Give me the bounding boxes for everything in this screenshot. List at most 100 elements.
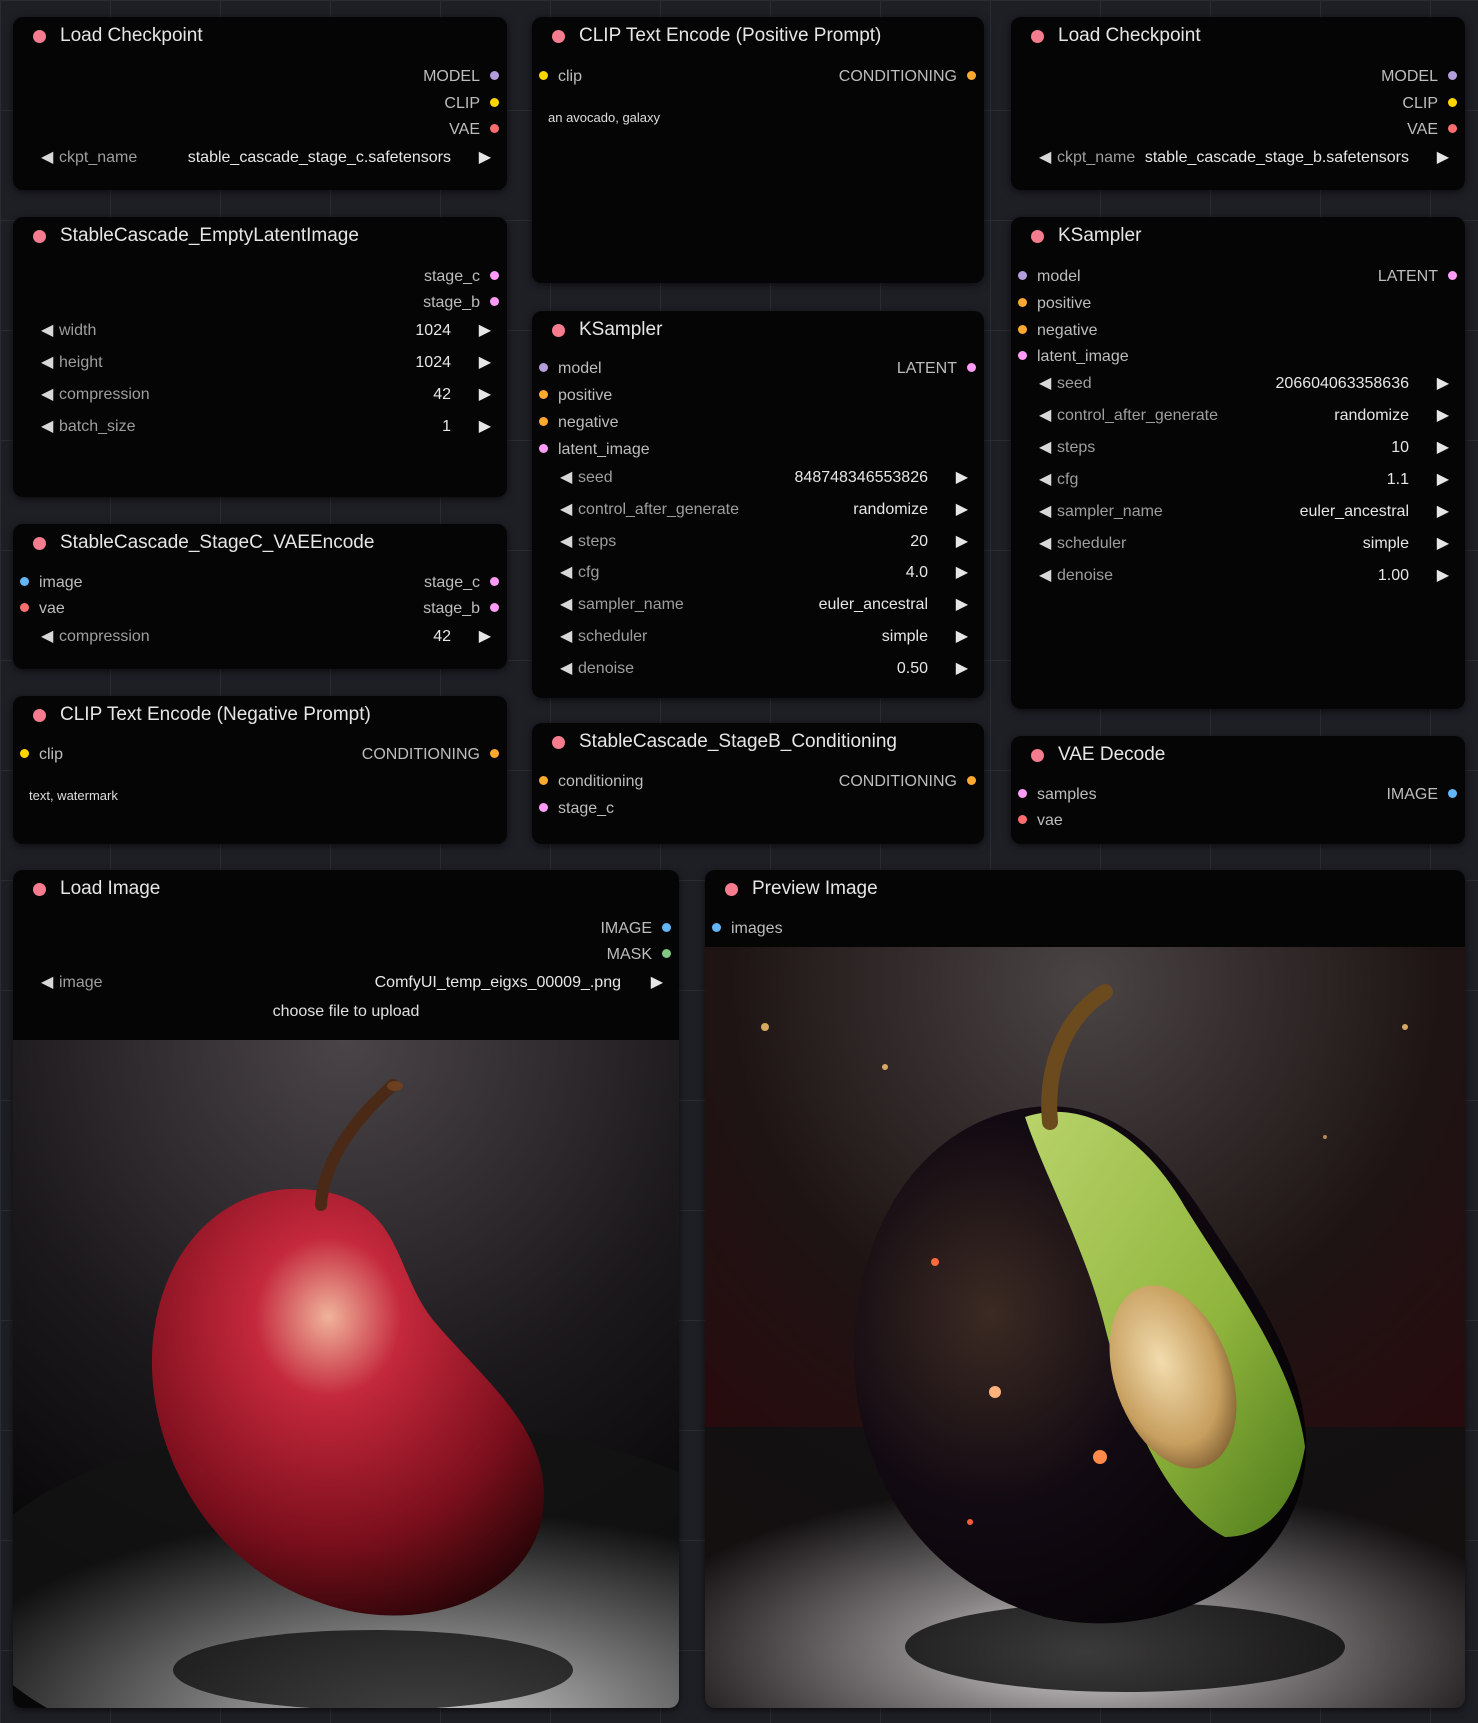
decrement-arrow[interactable]: ◀: [41, 971, 53, 995]
widget-scheduler[interactable]: ◀ scheduler simple ▶: [1039, 532, 1449, 556]
output-conditioning-dot[interactable]: [967, 71, 976, 81]
widget-compression[interactable]: ◀ compression 42 ▶: [41, 625, 491, 649]
output-latent-dot[interactable]: [1448, 271, 1457, 281]
decrement-arrow[interactable]: ◀: [1039, 468, 1051, 492]
node-ksampler-stage-c[interactable]: KSampler model LATENT positive negative …: [532, 311, 984, 698]
decrement-arrow[interactable]: ◀: [1039, 532, 1051, 556]
upload-button[interactable]: choose file to upload: [13, 1003, 679, 1021]
node-title-bar[interactable]: KSampler: [532, 311, 984, 349]
widget-denoise[interactable]: ◀ denoise 0.50 ▶: [560, 657, 968, 681]
widget-control-after-generate[interactable]: ◀ control_after_generate randomize ▶: [560, 498, 968, 522]
input-image-dot[interactable]: [20, 577, 29, 587]
output-conditioning[interactable]: CONDITIONING: [362, 745, 499, 765]
input-vae[interactable]: vae: [20, 599, 65, 619]
widget-height[interactable]: ◀ height 1024 ▶: [41, 351, 491, 375]
input-negative-dot[interactable]: [1018, 325, 1027, 335]
node-preview-image[interactable]: Preview Image images: [705, 870, 1465, 1708]
input-positive[interactable]: positive: [539, 386, 612, 406]
increment-arrow[interactable]: ▶: [1437, 500, 1449, 524]
output-clip-dot[interactable]: [490, 98, 499, 108]
output-model[interactable]: MODEL: [423, 67, 499, 87]
output-conditioning-dot[interactable]: [967, 776, 976, 786]
prompt-textarea[interactable]: text, watermark: [29, 788, 489, 833]
node-title-bar[interactable]: Load Checkpoint: [13, 17, 507, 55]
output-stage-b-dot[interactable]: [490, 603, 499, 613]
node-title-bar[interactable]: StableCascade_StageC_VAEEncode: [13, 524, 507, 562]
widget-width[interactable]: ◀ width 1024 ▶: [41, 319, 491, 343]
widget-cfg[interactable]: ◀ cfg 1.1 ▶: [1039, 468, 1449, 492]
widget-ckpt-name[interactable]: ◀ ckpt_name stable_cascade_stage_c.safet…: [41, 146, 491, 170]
input-clip-dot[interactable]: [20, 749, 29, 759]
increment-arrow[interactable]: ▶: [479, 319, 491, 343]
increment-arrow[interactable]: ▶: [956, 498, 968, 522]
output-clip[interactable]: CLIP: [1402, 94, 1457, 114]
output-image[interactable]: IMAGE: [600, 919, 671, 939]
increment-arrow[interactable]: ▶: [479, 383, 491, 407]
decrement-arrow[interactable]: ◀: [41, 415, 53, 439]
input-positive-dot[interactable]: [539, 390, 548, 400]
widget-scheduler[interactable]: ◀ scheduler simple ▶: [560, 625, 968, 649]
node-load-checkpoint-b[interactable]: Load Checkpoint MODEL CLIP VAE ◀ ckpt_na…: [1011, 17, 1465, 190]
output-latent[interactable]: LATENT: [897, 359, 976, 379]
output-clip[interactable]: CLIP: [444, 94, 499, 114]
widget-steps[interactable]: ◀ steps 20 ▶: [560, 530, 968, 554]
output-stage-b[interactable]: stage_b: [423, 599, 499, 619]
output-model[interactable]: MODEL: [1381, 67, 1457, 87]
node-ksampler-stage-b[interactable]: KSampler model LATENT positive negative …: [1011, 217, 1465, 709]
decrement-arrow[interactable]: ◀: [41, 146, 53, 170]
input-vae-dot[interactable]: [1018, 815, 1027, 825]
decrement-arrow[interactable]: ◀: [560, 498, 572, 522]
input-image[interactable]: image: [20, 573, 83, 593]
increment-arrow[interactable]: ▶: [1437, 146, 1449, 170]
input-model[interactable]: model: [1018, 267, 1081, 287]
widget-ckpt-name[interactable]: ◀ ckpt_name stable_cascade_stage_b.safet…: [1039, 146, 1449, 170]
input-model-dot[interactable]: [539, 363, 548, 373]
output-conditioning[interactable]: CONDITIONING: [839, 67, 976, 87]
output-clip-dot[interactable]: [1448, 98, 1457, 108]
node-stageb-conditioning[interactable]: StableCascade_StageB_Conditioning condit…: [532, 723, 984, 844]
input-vae-dot[interactable]: [20, 603, 29, 613]
decrement-arrow[interactable]: ◀: [560, 466, 572, 490]
input-stage-c[interactable]: stage_c: [539, 799, 614, 819]
input-model[interactable]: model: [539, 359, 602, 379]
input-negative-dot[interactable]: [539, 417, 548, 427]
output-stage-c[interactable]: stage_c: [424, 573, 499, 593]
input-positive-dot[interactable]: [1018, 298, 1027, 308]
decrement-arrow[interactable]: ◀: [560, 530, 572, 554]
node-empty-latent[interactable]: StableCascade_EmptyLatentImage stage_c s…: [13, 217, 507, 497]
input-samples[interactable]: samples: [1018, 785, 1097, 805]
input-clip[interactable]: clip: [20, 745, 63, 765]
output-vae[interactable]: VAE: [1407, 120, 1457, 140]
output-vae[interactable]: VAE: [449, 120, 499, 140]
output-model-dot[interactable]: [490, 71, 499, 81]
output-vae-dot[interactable]: [490, 124, 499, 134]
input-latent-image-dot[interactable]: [1018, 351, 1027, 361]
prompt-textarea[interactable]: an avocado, galaxy: [548, 110, 968, 260]
node-load-image[interactable]: Load Image IMAGE MASK ◀ image ComfyUI_te…: [13, 870, 679, 1708]
node-title-bar[interactable]: StableCascade_StageB_Conditioning: [532, 723, 984, 761]
output-image-dot[interactable]: [1448, 789, 1457, 799]
input-negative[interactable]: negative: [539, 413, 619, 433]
decrement-arrow[interactable]: ◀: [41, 383, 53, 407]
widget-seed[interactable]: ◀ seed 206604063358636 ▶: [1039, 372, 1449, 396]
input-positive[interactable]: positive: [1018, 294, 1091, 314]
increment-arrow[interactable]: ▶: [479, 351, 491, 375]
decrement-arrow[interactable]: ◀: [1039, 500, 1051, 524]
node-title-bar[interactable]: StableCascade_EmptyLatentImage: [13, 217, 507, 255]
input-vae[interactable]: vae: [1018, 811, 1063, 831]
input-stage-c-dot[interactable]: [539, 803, 548, 813]
increment-arrow[interactable]: ▶: [956, 530, 968, 554]
input-conditioning[interactable]: conditioning: [539, 772, 643, 792]
increment-arrow[interactable]: ▶: [479, 625, 491, 649]
output-latent[interactable]: LATENT: [1378, 267, 1457, 287]
node-clip-positive[interactable]: CLIP Text Encode (Positive Prompt) clip …: [532, 17, 984, 283]
output-stage-b[interactable]: stage_b: [423, 293, 499, 313]
input-latent-image-dot[interactable]: [539, 444, 548, 454]
increment-arrow[interactable]: ▶: [1437, 532, 1449, 556]
node-vae-decode[interactable]: VAE Decode samples IMAGE vae: [1011, 736, 1465, 844]
increment-arrow[interactable]: ▶: [1437, 436, 1449, 460]
increment-arrow[interactable]: ▶: [956, 466, 968, 490]
output-stage-c-dot[interactable]: [490, 577, 499, 587]
increment-arrow[interactable]: ▶: [956, 561, 968, 585]
decrement-arrow[interactable]: ◀: [1039, 146, 1051, 170]
